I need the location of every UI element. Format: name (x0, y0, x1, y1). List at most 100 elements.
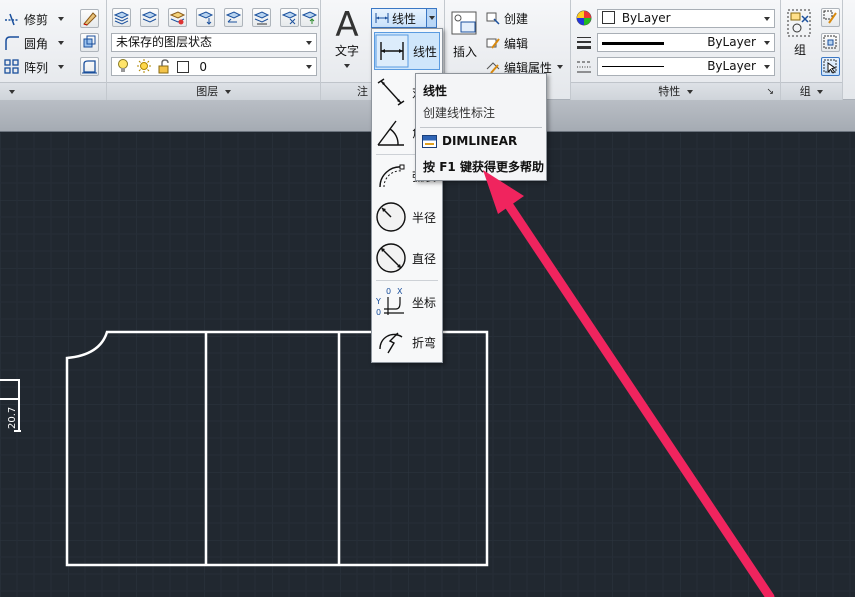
svg-text:0: 0 (386, 287, 391, 296)
layer-delete-button[interactable] (300, 8, 319, 27)
menu-item-ordinate[interactable]: 0XY0 坐标 (374, 283, 440, 321)
tooltip-help-key: F1 (439, 160, 456, 174)
menu-item-jogged[interactable]: 折弯 (374, 323, 440, 361)
edit-label: 编辑 (504, 36, 529, 51)
command-line-icon (422, 134, 437, 148)
fillet-label: 圆角 (24, 36, 49, 51)
insert-block-icon (451, 11, 477, 35)
chevron-down-icon[interactable] (58, 17, 65, 21)
linear-dim-tooltip: 线性 创建线性标注 DIMLINEAR 按 F1 键获得更多帮助 (415, 73, 547, 181)
current-layer-dropdown[interactable]: 0 (111, 57, 317, 76)
trim-icon (4, 11, 20, 27)
edit-block-button[interactable]: 编辑 (485, 33, 528, 53)
layer-properties-button[interactable] (112, 8, 131, 27)
chevron-down-icon[interactable] (557, 65, 564, 69)
groups-panel-footer[interactable]: 组 (781, 82, 842, 100)
menu-item-radius[interactable]: 半径 (374, 198, 440, 236)
jogged-dim-icon (374, 325, 408, 359)
menu-item-label: 坐标 (412, 295, 437, 310)
chevron-down-icon[interactable] (764, 41, 770, 45)
array-button[interactable]: 阵列 (4, 57, 72, 77)
layer-match-button[interactable] (196, 8, 215, 27)
color-swatch (602, 11, 615, 24)
diameter-dim-icon (374, 241, 408, 275)
linear-dim-split-button[interactable]: 线性 (371, 8, 437, 28)
ungroup-button[interactable] (821, 33, 840, 52)
layer-previous-button[interactable] (224, 8, 243, 27)
group-edit-button[interactable] (821, 8, 840, 27)
lineweight-dropdown[interactable]: ByLayer (597, 33, 775, 52)
color-value: ByLayer (621, 11, 671, 25)
dimension-text: 20.7 (7, 407, 18, 429)
chevron-down-icon[interactable] (306, 41, 312, 45)
color-dropdown[interactable]: ByLayer (597, 9, 775, 28)
erase-button[interactable] (80, 9, 99, 28)
modify-panel: 修剪 圆角 阵列 (0, 0, 107, 100)
linear-dim-dropdown-arrow[interactable] (426, 9, 436, 27)
group-icon (787, 9, 811, 37)
layers-panel: 未保存的图层状态 0 图层 (107, 0, 321, 100)
current-layer-value: 0 (199, 60, 207, 74)
layer-state-dropdown[interactable]: 未保存的图层状态 (111, 33, 317, 52)
create-block-button[interactable]: 创建 (485, 8, 528, 28)
chevron-down-icon[interactable] (764, 17, 770, 21)
layer-state-value: 未保存的图层状态 (116, 35, 213, 49)
panel-launcher-icon[interactable]: ↘ (766, 84, 774, 101)
tooltip-command: DIMLINEAR (442, 134, 518, 148)
linetype-icon (576, 59, 592, 75)
chevron-down-icon[interactable] (344, 63, 350, 68)
tooltip-help-suffix: 键获得更多帮助 (459, 160, 544, 174)
layer-lock-button[interactable] (280, 8, 299, 27)
create-block-icon (485, 10, 501, 26)
layer-walk-button[interactable] (252, 8, 271, 27)
svg-text:X: X (397, 287, 403, 296)
menu-item-linear[interactable]: 线性 (374, 32, 440, 70)
aligned-dim-icon (374, 75, 408, 109)
group-selection-button[interactable] (821, 57, 840, 76)
linear-dim-icon (374, 10, 390, 26)
trim-button[interactable]: 修剪 (4, 9, 72, 29)
chevron-down-icon[interactable] (58, 65, 65, 69)
chevron-down-icon[interactable] (58, 41, 65, 45)
groups-panel: 组 组 (781, 0, 843, 100)
chevron-down-icon (224, 90, 231, 94)
layers-panel-title: 图层 (196, 85, 219, 98)
text-label: 文字 (334, 44, 359, 58)
menu-item-label: 折弯 (412, 335, 437, 350)
angular-dim-icon (374, 115, 408, 149)
svg-text:0: 0 (376, 308, 381, 317)
color-wheel-icon (576, 10, 592, 26)
group-button[interactable]: 组 (785, 8, 815, 66)
copy-button[interactable] (80, 33, 99, 52)
menu-item-label: 半径 (412, 210, 437, 225)
menu-item-diameter[interactable]: 直径 (374, 239, 440, 277)
properties-panel-footer[interactable]: 特性 ↘ (571, 82, 780, 100)
chevron-down-icon[interactable] (306, 65, 312, 69)
stretch-button[interactable] (80, 57, 99, 76)
trim-label: 修剪 (24, 12, 49, 27)
modify-panel-footer[interactable] (0, 82, 106, 100)
create-label: 创建 (504, 11, 529, 26)
properties-panel-title: 特性 (658, 85, 681, 98)
layer-freeze-button[interactable] (168, 8, 187, 27)
sun-icon (136, 58, 152, 74)
edit-block-icon (485, 35, 501, 51)
annotation-panel-title: 注 (357, 85, 368, 98)
linetype-dropdown[interactable]: ByLayer (597, 57, 775, 76)
ordinate-dim-icon: 0XY0 (374, 285, 408, 319)
text-button[interactable]: A 文字 (329, 6, 365, 74)
array-label: 阵列 (24, 60, 49, 75)
linetype-preview (602, 66, 664, 67)
group-label: 组 (793, 43, 806, 57)
layers-panel-footer[interactable]: 图层 (107, 82, 320, 100)
chevron-down-icon[interactable] (764, 65, 770, 69)
lineweight-value: ByLayer (707, 35, 756, 49)
arc-length-dim-icon (374, 159, 408, 193)
layer-color-swatch (177, 61, 190, 73)
properties-panel: ByLayer ByLayer ByLayer 特性 ↘ (571, 0, 781, 100)
insert-block-button[interactable]: 插入 (447, 8, 483, 68)
chevron-down-icon[interactable] (9, 90, 15, 94)
lineweight-icon (576, 35, 592, 51)
layer-isolate-button[interactable] (140, 8, 159, 27)
fillet-button[interactable]: 圆角 (4, 33, 72, 53)
